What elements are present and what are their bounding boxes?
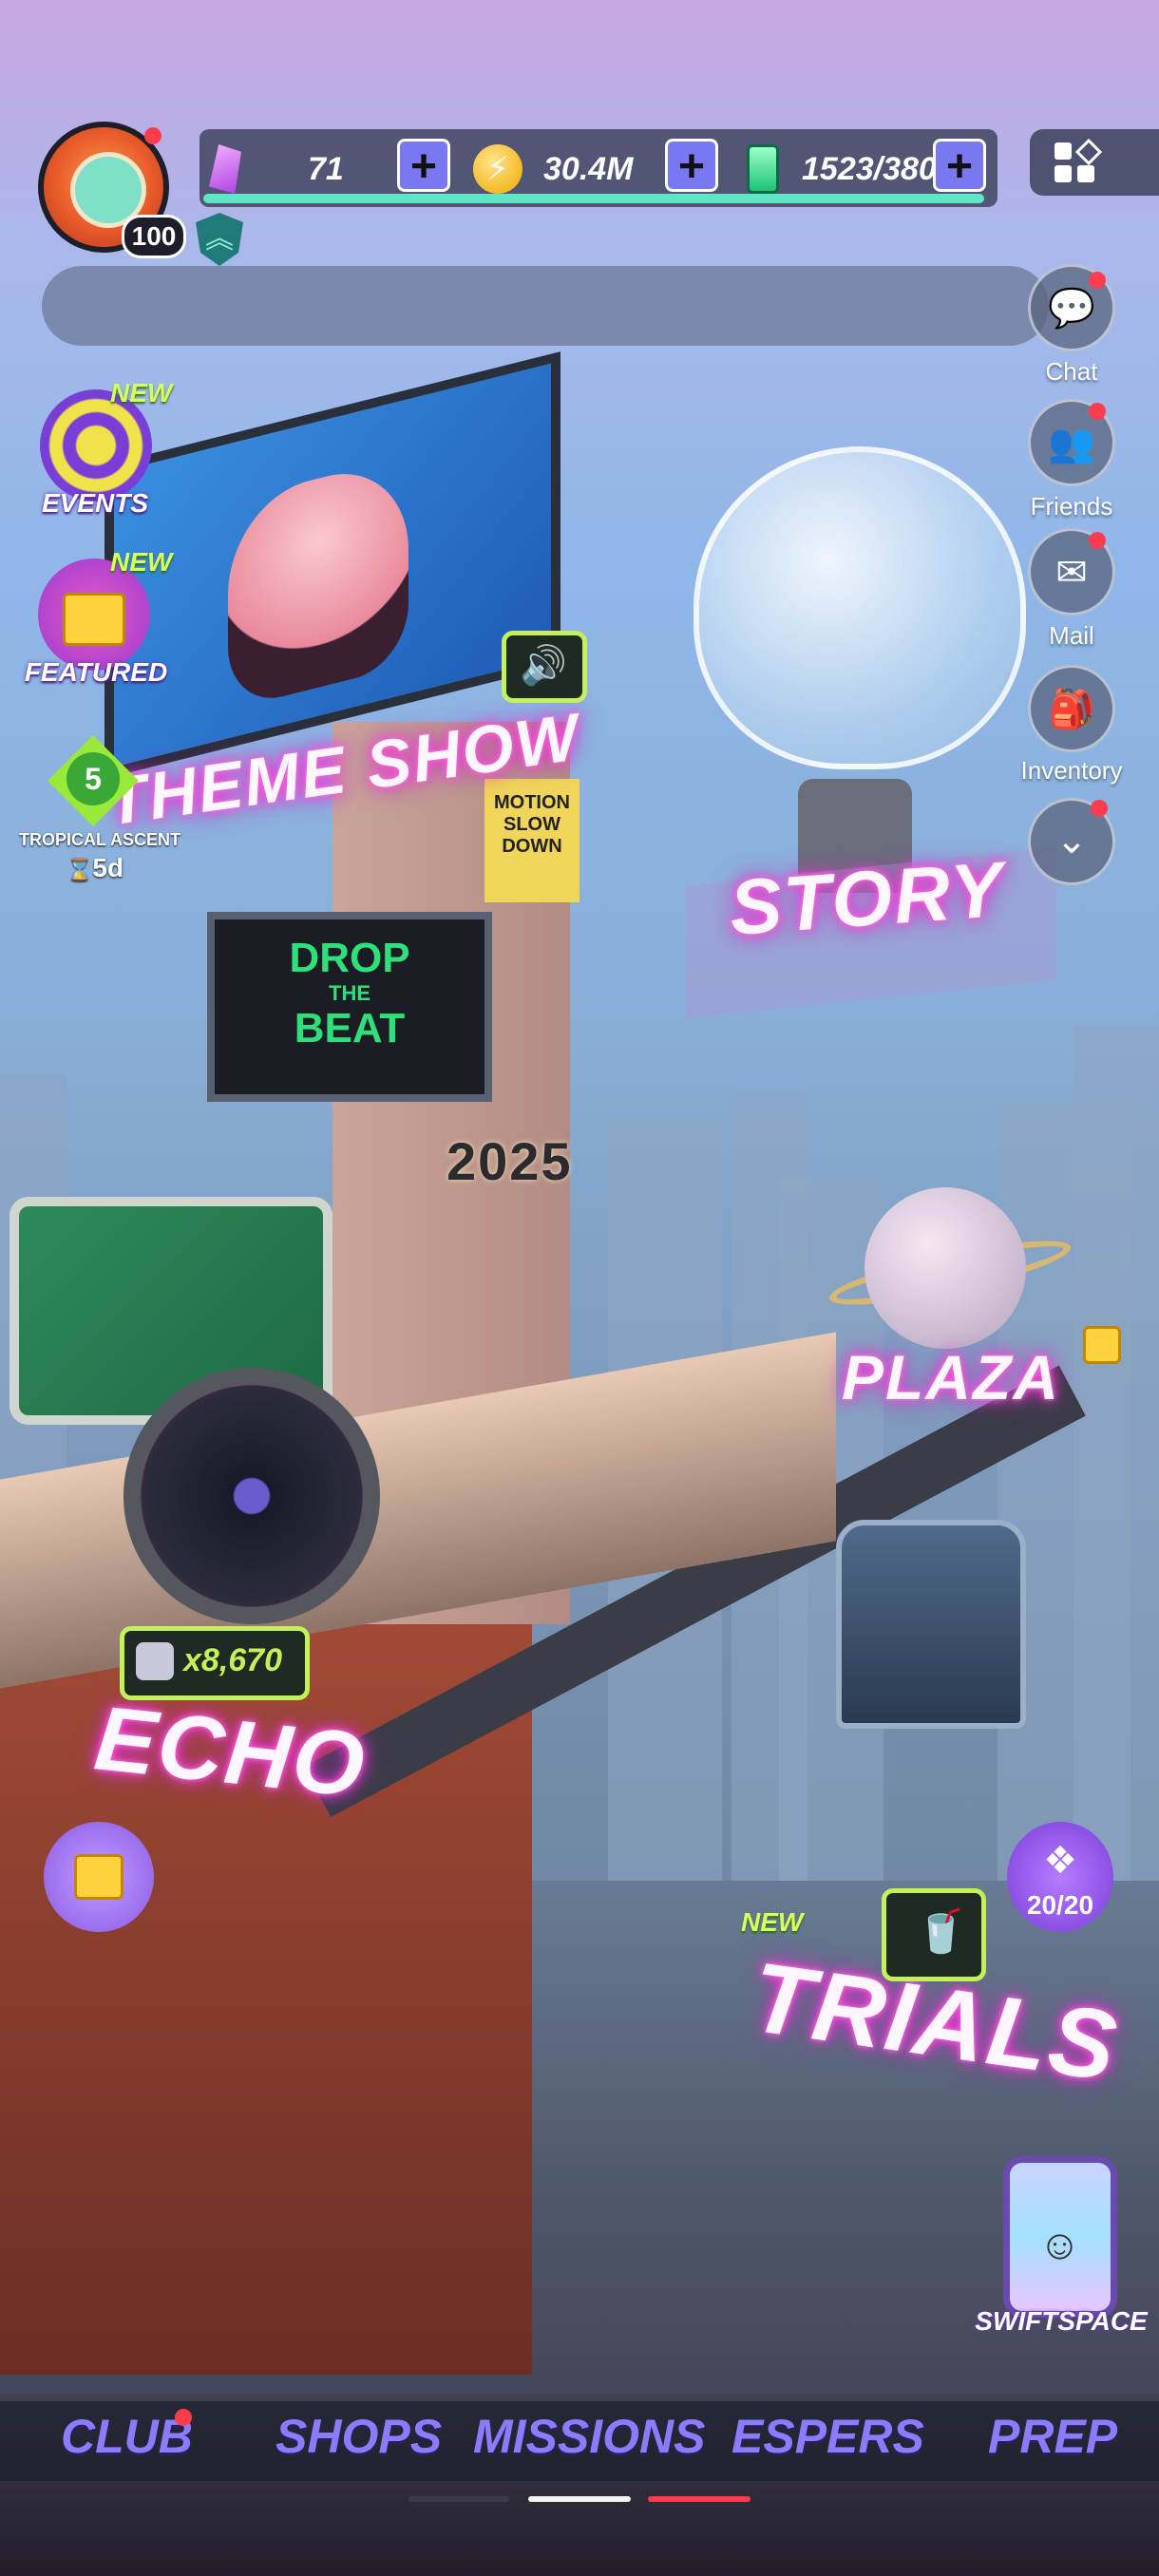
gift-button[interactable] bbox=[44, 1822, 154, 1932]
echo-count: x8,670 bbox=[183, 1642, 282, 1678]
featured-new-tag: NEW bbox=[110, 547, 173, 577]
add-coins-button[interactable]: + bbox=[665, 139, 718, 192]
nav-shops[interactable]: SHOPS bbox=[276, 2409, 442, 2464]
story-label[interactable]: STORY bbox=[727, 845, 1007, 954]
mail-label: Mail bbox=[1049, 621, 1094, 650]
gems-value: 71 bbox=[308, 150, 344, 187]
echo-turntable[interactable] bbox=[124, 1368, 380, 1624]
chat-bar[interactable] bbox=[42, 266, 1049, 346]
energy-resource: 1523/380 bbox=[747, 141, 937, 198]
featured-label[interactable]: FEATURED bbox=[17, 657, 175, 688]
tickets-button[interactable]: ❖ 20/20 bbox=[1007, 1822, 1113, 1932]
battery-icon bbox=[747, 144, 779, 194]
gift-icon bbox=[74, 1854, 124, 1900]
trials-new-tag: NEW bbox=[741, 1907, 804, 1937]
year-sign: 2025 bbox=[446, 1131, 573, 1191]
echo-count-bubble[interactable]: x8,670 bbox=[120, 1626, 310, 1700]
trials-cup-icon: 🥤 bbox=[915, 1908, 967, 1955]
coins-resource: ⚡ 30.4M bbox=[473, 141, 634, 198]
tropical-ascent-label: TROPICAL ASCENT bbox=[19, 830, 181, 849]
coin-icon: ⚡ bbox=[473, 144, 522, 194]
inventory-label: Inventory bbox=[1020, 756, 1123, 785]
page-indicator-1 bbox=[408, 2496, 509, 2502]
speaker-icon: 🔊 bbox=[520, 645, 567, 687]
nav-espers[interactable]: ESPERS bbox=[732, 2409, 924, 2464]
player-level-badge: 100 bbox=[122, 215, 186, 258]
chat-label: Chat bbox=[1045, 357, 1098, 386]
expand-notification-dot bbox=[1091, 800, 1108, 817]
hourglass-icon: ⌛ bbox=[66, 858, 93, 881]
friends-label: Friends bbox=[1030, 492, 1113, 521]
club-notification-dot bbox=[175, 2409, 192, 2426]
drop-beat-line1: DROP bbox=[289, 935, 410, 981]
sound-speech-bubble[interactable]: 🔊 bbox=[502, 631, 587, 703]
mail-notification-dot bbox=[1089, 532, 1106, 549]
monorail-train bbox=[836, 1520, 1026, 1729]
main-menu-button[interactable] bbox=[1030, 129, 1159, 196]
drop-beat-line2: THE bbox=[329, 981, 370, 1005]
coins-value: 30.4M bbox=[543, 150, 634, 187]
ascent-timer: ⌛5d bbox=[66, 853, 124, 883]
energy-value: 1523/380 bbox=[802, 150, 937, 187]
nav-missions[interactable]: MISSIONS bbox=[473, 2409, 705, 2464]
gem-icon bbox=[209, 144, 241, 194]
tropical-ascent-event[interactable]: 5 bbox=[27, 735, 160, 830]
ascent-level: 5 bbox=[66, 752, 120, 805]
avatar-notification-dot bbox=[144, 127, 162, 144]
trials-speech-bubble[interactable]: 🥤 bbox=[882, 1888, 986, 1981]
events-label[interactable]: EVENTS bbox=[19, 488, 171, 519]
ascent-timer-value: 5d bbox=[92, 853, 124, 882]
billboard-character bbox=[228, 456, 408, 710]
swiftspace-phone-icon[interactable]: ☺ bbox=[1003, 2156, 1117, 2318]
page-indicator-2 bbox=[528, 2496, 631, 2502]
echo-chip-icon bbox=[136, 1642, 174, 1680]
small-gift-icon[interactable] bbox=[1083, 1326, 1125, 1368]
tickets-count: 20/20 bbox=[1026, 1890, 1094, 1920]
drop-the-beat-screen: DROP THE BEAT bbox=[207, 912, 492, 1102]
friends-notification-dot bbox=[1089, 403, 1106, 420]
swiftspace-label[interactable]: SWIFTSPACE bbox=[971, 2306, 1151, 2337]
add-gems-button[interactable]: + bbox=[397, 139, 450, 192]
grid-icon bbox=[1054, 142, 1072, 160]
story-balloon[interactable] bbox=[694, 446, 1026, 769]
gems-resource: 71 bbox=[209, 141, 344, 198]
rank-shield-icon[interactable]: ︽ bbox=[196, 213, 243, 266]
plaza-label[interactable]: PLAZA bbox=[842, 1341, 1060, 1413]
events-new-tag: NEW bbox=[110, 378, 173, 407]
motion-slow-down-sign: MOTION SLOW DOWN bbox=[484, 779, 580, 902]
inventory-icon[interactable]: 🎒 bbox=[1028, 665, 1115, 752]
chat-notification-dot bbox=[1089, 272, 1106, 289]
drop-beat-line3: BEAT bbox=[294, 1005, 406, 1051]
plaza-planet[interactable] bbox=[864, 1187, 1026, 1349]
page-indicator-3 bbox=[648, 2496, 750, 2502]
ticket-icon: ❖ bbox=[1043, 1840, 1077, 1882]
nav-prep[interactable]: PREP bbox=[988, 2409, 1117, 2464]
nav-club[interactable]: CLUB bbox=[61, 2409, 193, 2464]
add-energy-button[interactable]: + bbox=[933, 139, 986, 192]
